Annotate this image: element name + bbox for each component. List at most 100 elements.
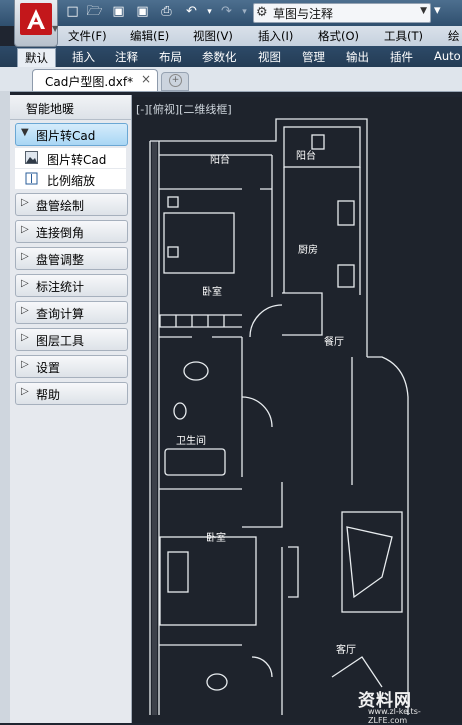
redo-icon[interactable]: ↷ bbox=[218, 3, 235, 21]
print-icon[interactable]: ⎙ bbox=[158, 3, 175, 21]
collapsed-triangle-icon: ▷ bbox=[21, 359, 29, 370]
new-tab-button[interactable]: + bbox=[161, 72, 189, 91]
palette-title: 智能地暖 bbox=[26, 102, 75, 116]
room-label-balcony-2: 阳台 bbox=[296, 151, 316, 162]
drawing-canvas[interactable]: [-][俯视][二维线框] 阳台 阳台 卧室 厨房 餐厅 卫生间 卧室 客厅 bbox=[132, 97, 462, 723]
watermark-url: www.zl-ke.ts-ZLFE.com bbox=[368, 707, 421, 725]
palette-title-bar: 智能地暖 bbox=[10, 95, 131, 120]
bedroom2-top-wall bbox=[242, 482, 283, 528]
customize-toolbar-icon[interactable]: ▾ bbox=[434, 3, 441, 18]
panel-coil-drawing[interactable]: ▷ 盘管绘制 bbox=[15, 193, 128, 216]
collapsed-triangle-icon: ▷ bbox=[21, 305, 29, 316]
bed bbox=[163, 212, 235, 274]
sofa-detail bbox=[346, 526, 393, 599]
bathtub bbox=[164, 448, 226, 476]
new-file-icon[interactable]: □ bbox=[64, 3, 81, 21]
watermark: 资料网 www.zl-ke.ts-ZLFE.com bbox=[328, 686, 458, 725]
app-menu-dropdown-icon: ▼ bbox=[52, 24, 59, 33]
title-bar: □ 🗁 ▣ ▣ ⎙ ↶ ▾ ↷ ▾ ⚙ 草图与注释 ▼ ▾ bbox=[0, 0, 462, 26]
room-label-bathroom: 卫生间 bbox=[176, 436, 206, 447]
room-label-living: 客厅 bbox=[336, 645, 356, 656]
tool-scale[interactable]: 比例缩放 bbox=[15, 169, 126, 189]
panel-image-to-cad[interactable]: ▼ 图片转Cad bbox=[15, 123, 128, 146]
wardrobe-doors bbox=[159, 315, 225, 327]
ribbon-tab-plugins[interactable]: 插件 bbox=[390, 49, 413, 65]
menu-bar: 文件(F) 编辑(E) 视图(V) 插入(I) 格式(O) 工具(T) 绘 bbox=[56, 26, 462, 46]
application-menu-button[interactable]: ▼ bbox=[14, 0, 58, 47]
dining-area bbox=[282, 292, 323, 336]
room-label-kitchen: 厨房 bbox=[298, 245, 318, 256]
panel-annotate-stats[interactable]: ▷ 标注统计 bbox=[15, 274, 128, 297]
collapsed-triangle-icon: ▷ bbox=[21, 197, 29, 208]
undo-icon[interactable]: ↶ bbox=[183, 3, 200, 21]
expanded-triangle-icon: ▼ bbox=[21, 127, 29, 138]
panel-connect-chamfer[interactable]: ▷ 连接倒角 bbox=[15, 220, 128, 243]
bed-2-pillow bbox=[167, 551, 189, 593]
ribbon-tab-insert[interactable]: 插入 bbox=[72, 49, 95, 65]
ribbon-tab-annotate[interactable]: 注释 bbox=[115, 49, 138, 65]
bath-door-arc bbox=[241, 396, 273, 428]
floor-plan-drawing bbox=[149, 118, 409, 715]
menu-draw[interactable]: 绘 bbox=[448, 28, 460, 44]
ribbon-tab-layout[interactable]: 布局 bbox=[159, 49, 182, 65]
undo-dropdown-icon[interactable]: ▾ bbox=[201, 3, 218, 21]
room-label-balcony: 阳台 bbox=[210, 155, 230, 166]
wardrobe bbox=[159, 314, 242, 328]
menu-edit[interactable]: 编辑(E) bbox=[130, 28, 169, 44]
ribbon-tab-default[interactable]: 默认 bbox=[17, 48, 56, 68]
menu-tools[interactable]: 工具(T) bbox=[384, 28, 423, 44]
gear-icon: ⚙ bbox=[256, 5, 268, 20]
menu-file[interactable]: 文件(F) bbox=[68, 28, 107, 44]
nightstand-2 bbox=[167, 246, 179, 258]
collapsed-triangle-icon: ▷ bbox=[21, 224, 29, 235]
menu-insert[interactable]: 插入(I) bbox=[258, 28, 293, 44]
tv-cabinet bbox=[288, 546, 299, 598]
plus-icon: + bbox=[169, 74, 182, 87]
living-decoration bbox=[331, 656, 383, 688]
ribbon-tab-view[interactable]: 视图 bbox=[258, 49, 281, 65]
workspace-selector[interactable]: ⚙ 草图与注释 ▼ bbox=[253, 3, 431, 23]
ribbon-tab-parametric[interactable]: 参数化 bbox=[202, 49, 237, 65]
room-label-bedroom-2: 卧室 bbox=[206, 533, 226, 544]
plugin-palette: 智能地暖 ▼ 图片转Cad 图片转Cad 比例缩放 ▷ 盘管绘制 ▷ 连接倒角 ▷ 盘… bbox=[10, 95, 132, 723]
room-label-bedroom: 卧室 bbox=[202, 287, 222, 298]
autocad-logo-icon bbox=[20, 3, 52, 35]
bedroom2-door-arc bbox=[251, 656, 273, 678]
ribbon-tab-output[interactable]: 输出 bbox=[346, 49, 369, 65]
ribbon-tab-autodesk[interactable]: Auto bbox=[434, 49, 461, 63]
ribbon-tab-manage[interactable]: 管理 bbox=[302, 49, 325, 65]
panel-settings[interactable]: ▷ 设置 bbox=[15, 355, 128, 378]
plant bbox=[206, 673, 228, 691]
collapsed-triangle-icon: ▷ bbox=[21, 251, 29, 262]
scale-icon bbox=[25, 172, 38, 185]
panel-coil-adjust[interactable]: ▷ 盘管调整 bbox=[15, 247, 128, 270]
workspace-value: 草图与注释 bbox=[273, 7, 334, 21]
stove bbox=[337, 200, 355, 226]
collapsed-triangle-icon: ▷ bbox=[21, 386, 29, 397]
save-icon[interactable]: ▣ bbox=[110, 3, 127, 21]
kitchen-door-arc bbox=[249, 304, 283, 338]
panel-query-calc[interactable]: ▷ 查询计算 bbox=[15, 301, 128, 324]
washbasin bbox=[183, 361, 209, 381]
open-file-icon[interactable]: 🗁 bbox=[86, 3, 103, 21]
menu-format[interactable]: 格式(O) bbox=[318, 28, 359, 44]
sink bbox=[337, 264, 355, 288]
nightstand bbox=[167, 196, 179, 208]
tool-image-to-cad[interactable]: 图片转Cad bbox=[15, 148, 126, 168]
collapsed-triangle-icon: ▷ bbox=[21, 332, 29, 343]
toilet bbox=[173, 402, 187, 420]
redo-dropdown-icon[interactable]: ▾ bbox=[236, 3, 253, 21]
ribbon-tabs: 默认 插入 注释 布局 参数化 视图 管理 输出 插件 Auto bbox=[0, 46, 462, 68]
panel-layer-tools[interactable]: ▷ 图层工具 bbox=[15, 328, 128, 351]
save-as-icon[interactable]: ▣ bbox=[134, 3, 151, 21]
collapsed-triangle-icon: ▷ bbox=[21, 278, 29, 289]
panel-help[interactable]: ▷ 帮助 bbox=[15, 382, 128, 405]
palette-side-strip[interactable] bbox=[0, 91, 10, 723]
document-tab-name: Cad户型图.dxf* bbox=[45, 75, 134, 89]
document-tab[interactable]: Cad户型图.dxf* × bbox=[32, 69, 158, 91]
bed-2 bbox=[159, 536, 257, 626]
close-tab-icon[interactable]: × bbox=[141, 72, 151, 86]
chevron-down-icon: ▼ bbox=[420, 6, 427, 16]
room-label-dining: 餐厅 bbox=[324, 337, 344, 348]
menu-view[interactable]: 视图(V) bbox=[193, 28, 233, 44]
